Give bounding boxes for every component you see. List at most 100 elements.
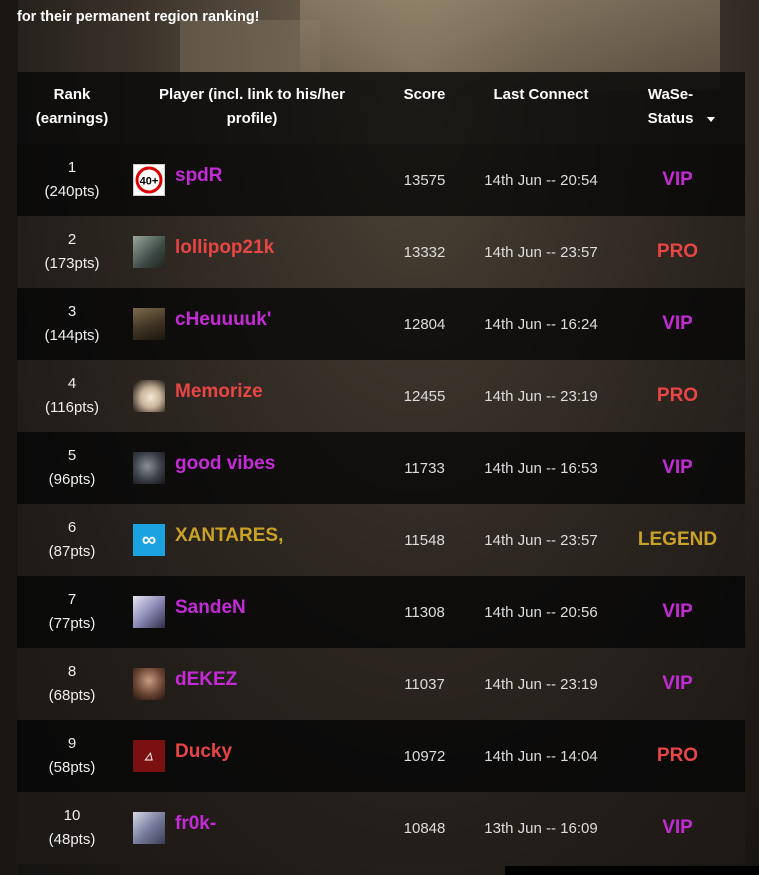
table-row: 2 (173pts) lollipop21k 13332 14th Jun -- 23:… bbox=[17, 216, 745, 288]
status-cell: VIP bbox=[610, 648, 745, 720]
player-profile-link[interactable]: cHeuuuuk' bbox=[175, 309, 271, 331]
last-connect-cell: 13th Jun -- 16:09 bbox=[484, 819, 598, 837]
score-cell: 10972 bbox=[403, 747, 446, 765]
status-badge: VIP bbox=[662, 817, 693, 838]
header-rank-label: Rank (earnings) bbox=[35, 86, 109, 127]
player-cell: Memorize bbox=[127, 360, 377, 432]
player-profile-link[interactable]: fr0k- bbox=[175, 813, 216, 835]
score-cell: 10848 bbox=[403, 819, 446, 837]
header-player-label: Player (incl. link to his/her profile) bbox=[159, 86, 345, 127]
player-cell: SandeN bbox=[127, 576, 377, 648]
last-connect-cell: 14th Jun -- 23:57 bbox=[484, 531, 598, 549]
status-cell: VIP bbox=[610, 576, 745, 648]
rank-points: (173pts) bbox=[44, 255, 100, 272]
score-cell: 11733 bbox=[404, 459, 445, 477]
rank-number: 9 bbox=[67, 735, 77, 752]
last-connect-cell: 14th Jun -- 14:04 bbox=[484, 747, 598, 765]
last-connect-cell: 14th Jun -- 20:54 bbox=[484, 171, 598, 189]
status-badge: VIP bbox=[662, 673, 693, 694]
score-cell: 12804 bbox=[403, 315, 446, 333]
red-logo-icon[interactable]: △ bbox=[133, 740, 165, 772]
rank-points: (144pts) bbox=[44, 327, 100, 344]
rank-points: (87pts) bbox=[48, 543, 96, 560]
player-profile-link[interactable]: Memorize bbox=[175, 381, 263, 403]
status-cell: PRO bbox=[610, 720, 745, 792]
rank-cell: 7 (77pts) bbox=[17, 576, 127, 648]
score-cell: 13575 bbox=[403, 171, 446, 189]
player-profile-link[interactable]: Ducky bbox=[175, 741, 232, 763]
rank-cell: 1 (240pts) bbox=[17, 144, 127, 216]
status-badge: VIP bbox=[662, 601, 693, 622]
dark-portrait-icon[interactable] bbox=[133, 452, 165, 484]
soldier-photo-icon[interactable] bbox=[133, 308, 165, 340]
table-row: 5 (96pts) good vibes 11733 14th Jun -- 16:53… bbox=[17, 432, 745, 504]
status-badge: VIP bbox=[662, 313, 693, 334]
age-40-badge-icon[interactable]: 40+ bbox=[133, 164, 165, 196]
status-cell: PRO bbox=[610, 216, 745, 288]
player-cell: dEKEZ bbox=[127, 648, 377, 720]
player-profile-link[interactable]: good vibes bbox=[175, 453, 275, 475]
rank-cell: 10 (48pts) bbox=[17, 792, 127, 864]
player-profile-link[interactable]: lollipop21k bbox=[175, 237, 274, 259]
score-cell: 13332 bbox=[403, 243, 446, 261]
rank-points: (240pts) bbox=[44, 183, 100, 200]
header-score[interactable]: Score bbox=[377, 72, 472, 144]
rank-cell: 5 (96pts) bbox=[17, 432, 127, 504]
status-cell: VIP bbox=[610, 288, 745, 360]
score-cell: 11308 bbox=[404, 603, 445, 621]
anime-character-icon[interactable] bbox=[133, 596, 165, 628]
last-connect-cell: 14th Jun -- 16:53 bbox=[484, 459, 598, 477]
rank-number: 4 bbox=[67, 375, 77, 392]
header-last-connect[interactable]: Last Connect bbox=[472, 72, 610, 144]
rank-number: 3 bbox=[67, 303, 77, 320]
intro-text: for their permanent region ranking! bbox=[17, 0, 737, 29]
player-profile-link[interactable]: XANTARES, bbox=[175, 525, 283, 547]
rank-cell: 6 (87pts) bbox=[17, 504, 127, 576]
ranking-table-container: Rank (earnings) Player (incl. link to hi… bbox=[17, 72, 745, 864]
player-photo-icon[interactable] bbox=[133, 236, 165, 268]
header-status-label: WaSe-Status bbox=[647, 86, 694, 127]
last-connect-cell: 14th Jun -- 16:24 bbox=[484, 315, 598, 333]
rank-number: 2 bbox=[67, 231, 77, 248]
rank-points: (116pts) bbox=[45, 399, 99, 416]
sort-caret-icon bbox=[706, 116, 715, 122]
status-badge: VIP bbox=[662, 169, 693, 190]
player-profile-link[interactable]: dEKEZ bbox=[175, 669, 237, 691]
status-badge: LEGEND bbox=[637, 529, 718, 550]
last-connect-cell: 14th Jun -- 20:56 bbox=[484, 603, 598, 621]
player-cell: good vibes bbox=[127, 432, 377, 504]
header-score-label: Score bbox=[403, 86, 446, 103]
woman-portrait-icon[interactable] bbox=[133, 668, 165, 700]
header-player[interactable]: Player (incl. link to his/her profile) bbox=[127, 72, 377, 144]
header-status[interactable]: WaSe-Status bbox=[610, 72, 745, 144]
player-cell: lollipop21k bbox=[127, 216, 377, 288]
table-row: 4 (116pts) Memorize 12455 14th Jun -- 23:19 P… bbox=[17, 360, 745, 432]
status-cell: VIP bbox=[610, 432, 745, 504]
player-cell: fr0k- bbox=[127, 792, 377, 864]
rank-points: (48pts) bbox=[48, 831, 96, 848]
bottom-bar bbox=[505, 866, 759, 875]
header-rank[interactable]: Rank (earnings) bbox=[17, 72, 127, 144]
anime-face-icon[interactable] bbox=[133, 380, 165, 412]
score-cell: 12455 bbox=[403, 387, 446, 405]
table-row: 1 (240pts) 40+ spdR 13575 14th Jun -- 20:54 VI… bbox=[17, 144, 745, 216]
rank-points: (68pts) bbox=[48, 687, 96, 704]
rank-number: 8 bbox=[67, 663, 77, 680]
header-last-connect-label: Last Connect bbox=[493, 86, 589, 103]
svg-text:40+: 40+ bbox=[140, 176, 159, 188]
score-cell: 11037 bbox=[404, 675, 445, 693]
last-connect-cell: 14th Jun -- 23:19 bbox=[484, 387, 598, 405]
anime-girl-icon[interactable] bbox=[133, 812, 165, 844]
player-cell: cHeuuuuk' bbox=[127, 288, 377, 360]
player-cell: ∞ XANTARES, bbox=[127, 504, 377, 576]
rank-points: (77pts) bbox=[48, 615, 96, 632]
rank-cell: 4 (116pts) bbox=[17, 360, 127, 432]
table-row: 7 (77pts) SandeN 11308 14th Jun -- 20:56 VIP bbox=[17, 576, 745, 648]
table-row: 3 (144pts) cHeuuuuk' 12804 14th Jun -- 16:24… bbox=[17, 288, 745, 360]
rank-cell: 8 (68pts) bbox=[17, 648, 127, 720]
table-row: 9 (58pts) △ Ducky 10972 14th Jun -- 14:04 PRO bbox=[17, 720, 745, 792]
last-connect-cell: 14th Jun -- 23:19 bbox=[484, 675, 598, 693]
infinity-logo-icon[interactable]: ∞ bbox=[133, 524, 165, 556]
player-profile-link[interactable]: SandeN bbox=[175, 597, 246, 619]
player-profile-link[interactable]: spdR bbox=[175, 165, 223, 187]
